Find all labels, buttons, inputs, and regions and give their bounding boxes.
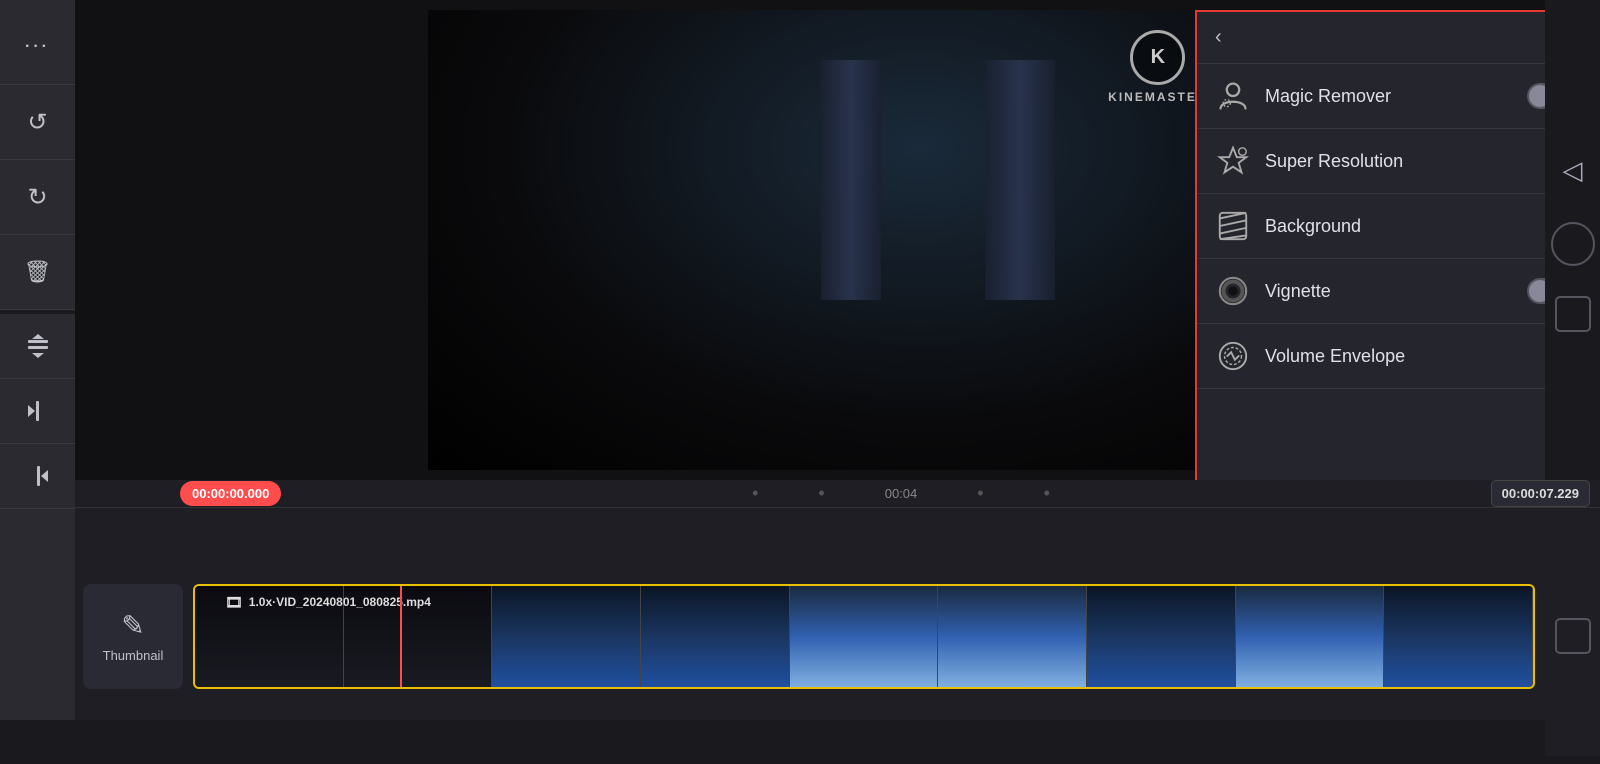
ruler-dot-2: • xyxy=(818,483,824,504)
back-arrow-button[interactable]: ◁ xyxy=(1551,148,1595,192)
timeline-right-edge xyxy=(1545,516,1600,756)
more-options-button[interactable]: ··· xyxy=(0,10,75,85)
kinemaster-logo: K KINEMASTER xyxy=(1108,30,1207,104)
curtain-left xyxy=(821,60,881,300)
video-track[interactable]: 🎞 1.0x·VID_20240801_080825.mp4 xyxy=(193,584,1535,689)
background-item[interactable]: Background › xyxy=(1197,194,1593,259)
timeline-area: 00:00:00.000 • • 00:04 • • 00:00:07.229 … xyxy=(75,480,1600,720)
video-preview: K KINEMASTER xyxy=(428,10,1248,470)
frame-8 xyxy=(1236,586,1385,687)
trim-left-icon xyxy=(24,397,52,425)
super-resolution-item[interactable]: Super Resolution › xyxy=(1197,129,1593,194)
time-end-badge: 00:00:07.229 xyxy=(1491,480,1590,507)
layer-button[interactable] xyxy=(0,314,75,379)
thumbnail-button[interactable]: ✎ Thumbnail xyxy=(83,584,183,689)
background-icon xyxy=(1215,208,1251,244)
magic-remover-label: Magic Remover xyxy=(1265,86,1513,107)
volume-envelope-icon xyxy=(1215,338,1251,374)
time-start-badge: 00:00:00.000 xyxy=(180,481,281,506)
curtain-right xyxy=(985,60,1055,300)
super-resolution-label: Super Resolution xyxy=(1265,151,1556,172)
undo-button[interactable]: ↺ xyxy=(0,85,75,160)
frame-5 xyxy=(790,586,939,687)
magic-remover-item[interactable]: Magic Remover xyxy=(1197,64,1593,129)
ruler-dot-1: • xyxy=(752,483,758,504)
delete-icon: 🗑 xyxy=(24,259,52,285)
more-icon: ··· xyxy=(25,38,50,56)
background-label: Background xyxy=(1265,216,1556,237)
main-area: K KINEMASTER ‹ Magic Remover xyxy=(75,0,1600,720)
timeline-rect-button[interactable] xyxy=(1555,618,1591,654)
km-logo-circle: K xyxy=(1130,30,1185,85)
frame-9 xyxy=(1384,586,1533,687)
timeline-tracks: ✎ Thumbnail 🎞 1.0x·VID_20240801_080825.m… xyxy=(75,508,1600,764)
back-row: ‹ xyxy=(1197,12,1593,64)
ruler-dot-3: • xyxy=(977,483,983,504)
volume-envelope-label: Volume Envelope xyxy=(1265,346,1556,367)
right-panel: ‹ Magic Remover xyxy=(1195,10,1595,490)
left-sidebar: ··· ↺ ↻ 🗑 xyxy=(0,0,75,720)
volume-envelope-item[interactable]: Volume Envelope › xyxy=(1197,324,1593,389)
delete-button[interactable]: 🗑 xyxy=(0,235,75,310)
frame-4 xyxy=(641,586,790,687)
circle-button[interactable] xyxy=(1551,222,1595,266)
trim-right-icon xyxy=(24,462,52,490)
back-button[interactable]: ‹ xyxy=(1215,26,1222,49)
film-icon: 🎞 xyxy=(225,594,243,611)
redo-button[interactable]: ↻ xyxy=(0,160,75,235)
km-logo-text: KINEMASTER xyxy=(1108,90,1207,104)
redo-icon: ↻ xyxy=(27,183,47,212)
timeline-ruler: 00:00:00.000 • • 00:04 • • 00:00:07.229 xyxy=(75,480,1600,508)
layer-icon xyxy=(24,332,52,360)
preview-area: K KINEMASTER ‹ Magic Remover xyxy=(75,0,1600,480)
playhead xyxy=(400,584,402,689)
trim-right-button[interactable] xyxy=(0,444,75,509)
super-resolution-icon xyxy=(1215,143,1251,179)
frame-7 xyxy=(1087,586,1236,687)
ruler-dot-4: • xyxy=(1044,483,1050,504)
trim-left-button[interactable] xyxy=(0,379,75,444)
km-letter: K xyxy=(1151,46,1165,69)
edit-pencil-icon: ✎ xyxy=(121,609,144,642)
vignette-icon xyxy=(1215,273,1251,309)
vignette-item[interactable]: Vignette xyxy=(1197,259,1593,324)
rect-button[interactable] xyxy=(1555,296,1591,332)
frame-6 xyxy=(938,586,1087,687)
time-ruler-mid: • • 00:04 • • xyxy=(281,483,1490,504)
undo-icon: ↺ xyxy=(27,108,47,137)
magic-remover-icon xyxy=(1215,78,1251,114)
right-edge-controls: ◁ xyxy=(1545,0,1600,480)
time-mid: 00:04 xyxy=(885,486,918,501)
thumbnail-label: Thumbnail xyxy=(103,648,164,663)
frame-3 xyxy=(492,586,641,687)
vignette-label: Vignette xyxy=(1265,281,1513,302)
